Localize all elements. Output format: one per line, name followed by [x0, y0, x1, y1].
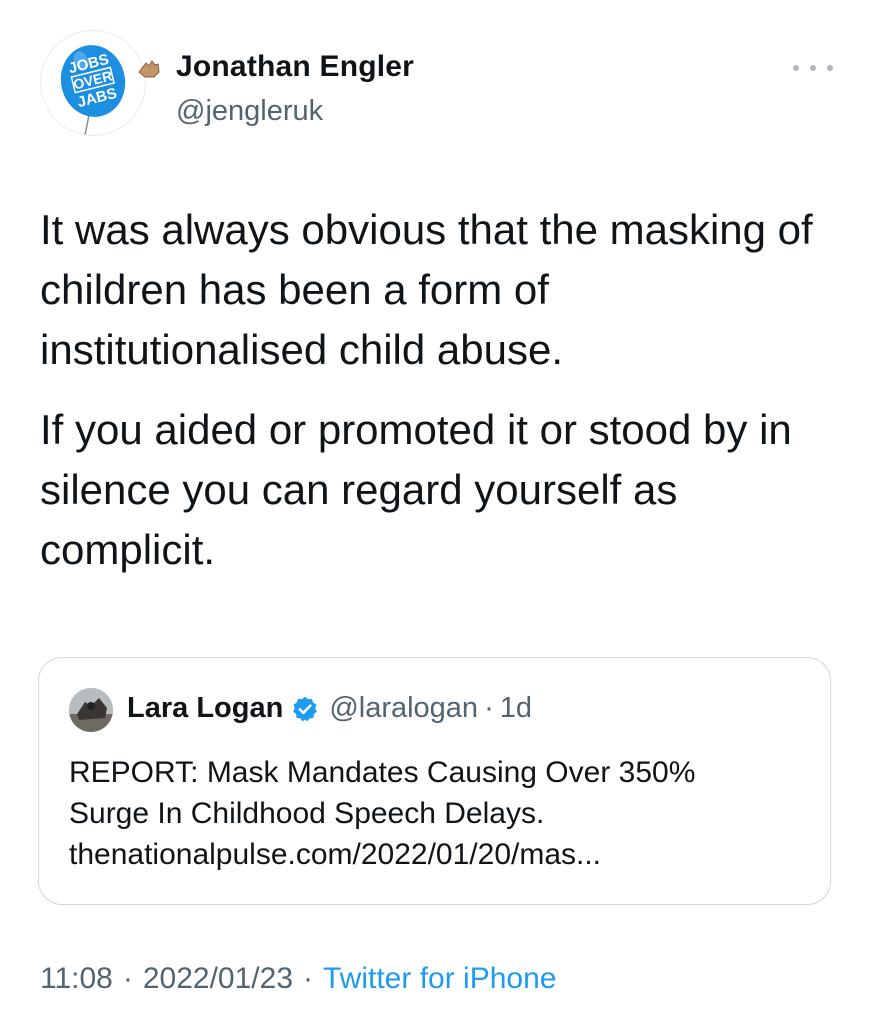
quoted-tweet-line: Surge In Childhood Speech Delays. [69, 797, 545, 830]
tweet-date[interactable]: 2022/01/23 [143, 962, 293, 995]
quoted-author-handle[interactable]: @laralogan [329, 692, 478, 725]
separator-dot: · [122, 962, 133, 995]
hand-emoji-icon [138, 60, 160, 78]
quoted-author-name[interactable]: Lara Logan [127, 692, 283, 725]
tweet-paragraph: If you aided or promoted it or stood by … [40, 406, 792, 573]
quoted-tweet-line: REPORT: Mask Mandates Causing Over 350% [69, 756, 696, 789]
separator-dot: · [484, 692, 494, 724]
quoted-tweet-card[interactable]: Lara Logan @laralogan · 1d REPORT: Mask … [38, 657, 831, 905]
verified-badge-icon [293, 696, 318, 721]
author-handle[interactable]: @jengleruk [176, 95, 323, 128]
more-options-icon[interactable] [793, 62, 833, 74]
avatar-photo-icon [69, 688, 113, 732]
quoted-tweet-header: Lara Logan @laralogan · 1d [127, 692, 532, 725]
author-display-name[interactable]: Jonathan Engler [176, 50, 414, 84]
balloon-icon: JOBS OVER JABS [60, 45, 126, 135]
quoted-author-avatar[interactable] [69, 688, 113, 732]
separator-dot: · [303, 962, 314, 995]
quoted-tweet-time[interactable]: 1d [500, 692, 532, 725]
tweet-source-link[interactable]: Twitter for iPhone [323, 962, 556, 995]
tweet-time[interactable]: 11:08 [40, 962, 113, 995]
tweet-body: It was always obvious that the masking o… [40, 200, 840, 580]
tweet-meta: 11:08 · 2022/01/23 · Twitter for iPhone [40, 962, 556, 996]
quoted-tweet-body: REPORT: Mask Mandates Causing Over 350% … [69, 752, 809, 875]
quoted-tweet-link[interactable]: thenationalpulse.com/2022/01/20/mas... [69, 834, 809, 875]
author-avatar[interactable]: JOBS OVER JABS [40, 30, 146, 136]
tweet-paragraph: It was always obvious that the masking o… [40, 206, 813, 373]
